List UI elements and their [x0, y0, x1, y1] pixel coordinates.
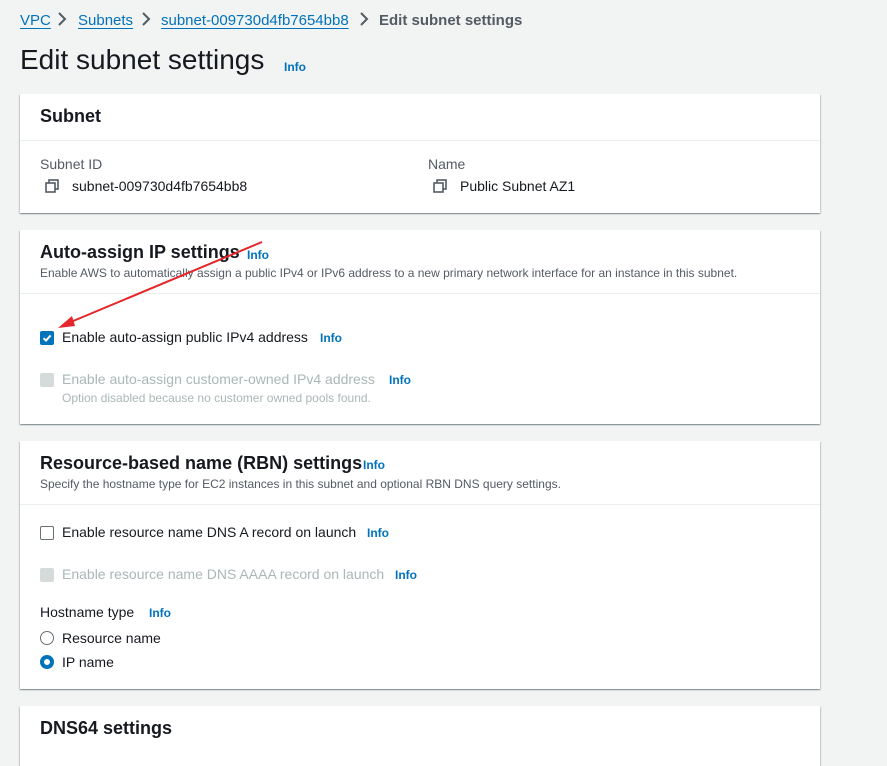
chevron-right-icon	[58, 12, 67, 26]
breadcrumb-current: Edit subnet settings	[379, 12, 523, 29]
panel-description: Enable AWS to automatically assign a pub…	[40, 266, 738, 280]
auto-assign-panel-header: Auto-assign IP settings Info Enable AWS …	[20, 230, 820, 294]
customer-owned-hint: Option disabled because no customer owne…	[62, 391, 371, 405]
dns-aaaa-record-checkbox[interactable]	[40, 568, 54, 582]
page-title: Edit subnet settings	[20, 44, 265, 75]
copy-icon[interactable]	[44, 178, 60, 194]
dns64-panel: DNS64 settings	[20, 706, 820, 766]
chevron-right-icon	[360, 12, 369, 26]
chevron-right-icon	[142, 12, 151, 26]
rbn-panel: Resource-based name (RBN) settings Info …	[20, 441, 820, 689]
auto-assign-info-link[interactable]: Info	[247, 248, 269, 262]
dns-a-record-label[interactable]: Enable resource name DNS A record on lau…	[62, 524, 356, 540]
panel-title: DNS64 settings	[40, 718, 173, 738]
rbn-info-link[interactable]: Info	[363, 458, 385, 472]
auto-assign-panel: Auto-assign IP settings Info Enable AWS …	[20, 230, 820, 424]
name-label: Name	[428, 156, 466, 172]
subnet-id-value: subnet-009730d4fb7654bb8	[72, 178, 248, 194]
name-value: Public Subnet AZ1	[460, 178, 576, 194]
public-ipv4-label[interactable]: Enable auto-assign public IPv4 address	[62, 329, 308, 345]
dns-aaaa-record-info-link[interactable]: Info	[395, 568, 417, 582]
resource-name-radio[interactable]	[40, 631, 54, 645]
subnet-panel-header: Subnet	[20, 94, 820, 141]
dns-a-record-info-link[interactable]: Info	[367, 526, 389, 540]
customer-owned-info-link[interactable]: Info	[389, 373, 411, 387]
public-ipv4-info-link[interactable]: Info	[320, 331, 342, 345]
panel-title: Resource-based name (RBN) settings	[40, 453, 363, 473]
subnet-id-label: Subnet ID	[40, 156, 103, 172]
hostname-type-label: Hostname type	[40, 604, 135, 620]
public-ipv4-checkbox[interactable]	[40, 331, 54, 345]
resource-name-label[interactable]: Resource name	[62, 630, 161, 646]
breadcrumb-subnets[interactable]: Subnets	[78, 12, 133, 29]
customer-owned-ipv4-label: Enable auto-assign customer-owned IPv4 a…	[62, 371, 375, 387]
panel-title: Subnet	[40, 106, 101, 126]
subnet-panel: Subnet Subnet ID subnet-009730d4fb7654bb…	[20, 94, 820, 213]
breadcrumb-subnet-id[interactable]: subnet-009730d4fb7654bb8	[161, 12, 349, 29]
hostname-type-info-link[interactable]: Info	[149, 606, 171, 620]
breadcrumb-vpc[interactable]: VPC	[20, 12, 51, 29]
page-info-link[interactable]: Info	[284, 60, 306, 74]
dns-a-record-checkbox[interactable]	[40, 526, 54, 540]
customer-owned-ipv4-checkbox[interactable]	[40, 373, 54, 387]
copy-icon[interactable]	[432, 178, 448, 194]
ip-name-radio[interactable]	[40, 655, 54, 669]
dns-aaaa-record-label: Enable resource name DNS AAAA record on …	[62, 566, 385, 582]
panel-description: Specify the hostname type for EC2 instan…	[40, 477, 561, 491]
rbn-panel-header: Resource-based name (RBN) settings Info …	[20, 441, 820, 505]
ip-name-label[interactable]: IP name	[62, 654, 114, 670]
panel-title: Auto-assign IP settings	[40, 242, 240, 262]
check-icon	[42, 334, 52, 343]
